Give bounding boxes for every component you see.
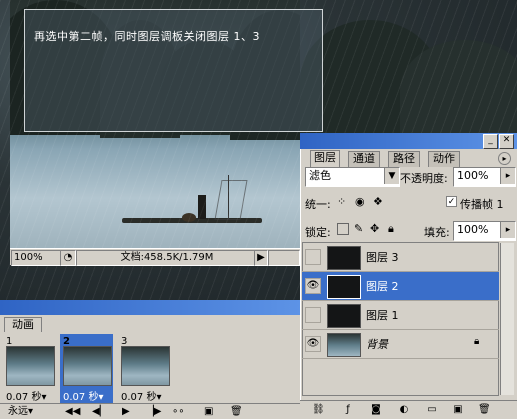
close-icon[interactable]: ✕ <box>499 134 514 149</box>
lock-paint-icon[interactable]: ✎ <box>354 222 363 235</box>
propagate-checkbox[interactable]: ✓ <box>446 196 457 207</box>
layer-thumbnail <box>327 246 361 270</box>
layers-panel-footer: ⛓ ƒ ◙ ◐ ▭ ▣ 🗑︎ <box>300 400 517 419</box>
unify-style-icon[interactable]: ❖ <box>373 195 383 208</box>
panel-menu-icon[interactable]: ▸ <box>498 152 511 165</box>
first-frame-icon[interactable]: ◀◀ <box>65 406 80 418</box>
chain-link-icon[interactable]: ⛓ <box>312 404 325 416</box>
eye-icon[interactable]: 👁︎ <box>305 336 321 352</box>
visibility-toggle[interactable] <box>305 307 321 323</box>
eye-icon[interactable]: 👁︎ <box>305 278 321 294</box>
tab-paths[interactable]: 路径 <box>388 151 420 167</box>
layer-name: 背景 <box>366 338 388 351</box>
new-group-icon[interactable]: ▭ <box>426 404 438 416</box>
loop-select[interactable]: 永远▾ <box>8 406 33 418</box>
lock-icon: 🔒︎ <box>474 336 480 347</box>
layer-thumbnail <box>327 275 361 299</box>
layer-row-selected[interactable]: 👁︎ 图层 2 <box>302 272 499 301</box>
lock-move-icon[interactable]: ✥ <box>370 222 379 235</box>
unify-visibility-icon[interactable]: ◉ <box>355 195 365 208</box>
next-frame-icon[interactable]: ▕▶ <box>146 406 161 418</box>
new-layer-icon[interactable]: ▣ <box>452 404 464 416</box>
layer-name: 图层 2 <box>366 280 399 293</box>
opacity-label: 不透明度: <box>400 172 448 185</box>
tab-layers[interactable]: 图层 <box>310 150 340 167</box>
minimize-icon[interactable]: _ <box>483 134 498 149</box>
animation-panel-titlebar[interactable] <box>0 300 300 315</box>
lock-all-icon[interactable]: 🔒︎ <box>388 222 394 236</box>
trash-icon[interactable]: 🗑︎ <box>230 406 243 418</box>
frame-thumbnail <box>121 346 170 386</box>
frame-thumbnail <box>63 346 112 386</box>
layer-name: 图层 1 <box>366 309 399 322</box>
tab-channels[interactable]: 通道 <box>348 151 380 167</box>
frame-thumbnail <box>6 346 55 386</box>
chevron-down-icon[interactable]: ▼ <box>384 168 399 184</box>
horizontal-scrollbar[interactable] <box>268 250 300 266</box>
layer-thumbnail <box>327 333 361 357</box>
chevron-right-icon[interactable]: ▸ <box>500 222 515 238</box>
layers-panel-titlebar[interactable]: _ ✕ <box>300 133 517 149</box>
layers-scrollbar[interactable] <box>500 243 514 395</box>
frame-delay[interactable]: 0.07 秒▾ <box>121 388 161 403</box>
propagate-label: 传播帧 1 <box>460 198 504 211</box>
chevron-right-icon[interactable]: ▸ <box>500 168 515 184</box>
doc-info-arrow-icon[interactable]: ▶ <box>254 250 268 266</box>
fill-field[interactable]: 100% ▸ <box>453 221 516 241</box>
doc-info: 文档:458.5K/1.79M <box>76 250 256 266</box>
blend-mode-select[interactable]: 滤色 ▼ <box>305 167 400 187</box>
layer-row[interactable]: 图层 3 <box>302 243 499 272</box>
frame-delay[interactable]: 0.07 秒▾ <box>63 388 103 403</box>
zoom-field[interactable]: 100% <box>11 250 61 266</box>
frame-3[interactable]: 3 0.07 秒▾ <box>118 334 171 404</box>
layer-row[interactable]: 图层 1 <box>302 301 499 330</box>
instruction-text: 再选中第二帧，同时图层调板关闭图层 1、3 <box>34 30 260 43</box>
adjustment-layer-icon[interactable]: ◐ <box>398 404 410 416</box>
play-icon[interactable]: ▶ <box>122 406 130 418</box>
unify-label: 统一: <box>305 198 331 211</box>
frame-delay[interactable]: 0.07 秒▾ <box>6 388 46 403</box>
prev-frame-icon[interactable]: ◀▏ <box>92 406 107 418</box>
layer-thumbnail <box>327 304 361 328</box>
frame-2[interactable]: 2 0.07 秒▾ <box>60 334 113 404</box>
layer-row[interactable]: 👁︎ 背景 🔒︎ <box>302 330 499 359</box>
tab-animation[interactable]: 动画 <box>4 317 42 332</box>
layer-mask-icon[interactable]: ◙ <box>370 404 382 416</box>
lock-label: 锁定: <box>305 226 331 239</box>
new-frame-icon[interactable]: ▣ <box>204 406 213 418</box>
frame-1[interactable]: 1 0.07 秒▾ <box>3 334 56 404</box>
unify-position-icon[interactable]: ⁘ <box>337 195 346 208</box>
visibility-toggle[interactable] <box>305 249 321 265</box>
opacity-field[interactable]: 100% ▸ <box>453 167 516 187</box>
animation-controls: 永远▾ ◀◀ ◀▏ ▶ ▕▶ ∘∘ ▣ 🗑︎ <box>0 403 300 419</box>
lock-transparent-icon[interactable] <box>337 223 349 235</box>
tween-icon[interactable]: ∘∘ <box>172 406 185 418</box>
zoom-icon[interactable]: ◔ <box>60 250 76 266</box>
layer-name: 图层 3 <box>366 251 399 264</box>
tab-actions[interactable]: 动作 <box>428 151 460 167</box>
layer-style-icon[interactable]: ƒ <box>342 404 354 416</box>
trash-icon[interactable]: 🗑︎ <box>478 404 491 416</box>
fill-label: 填充: <box>424 226 450 239</box>
document-status-bar: 100% ◔ 文档:458.5K/1.79M ▶ <box>10 248 300 266</box>
